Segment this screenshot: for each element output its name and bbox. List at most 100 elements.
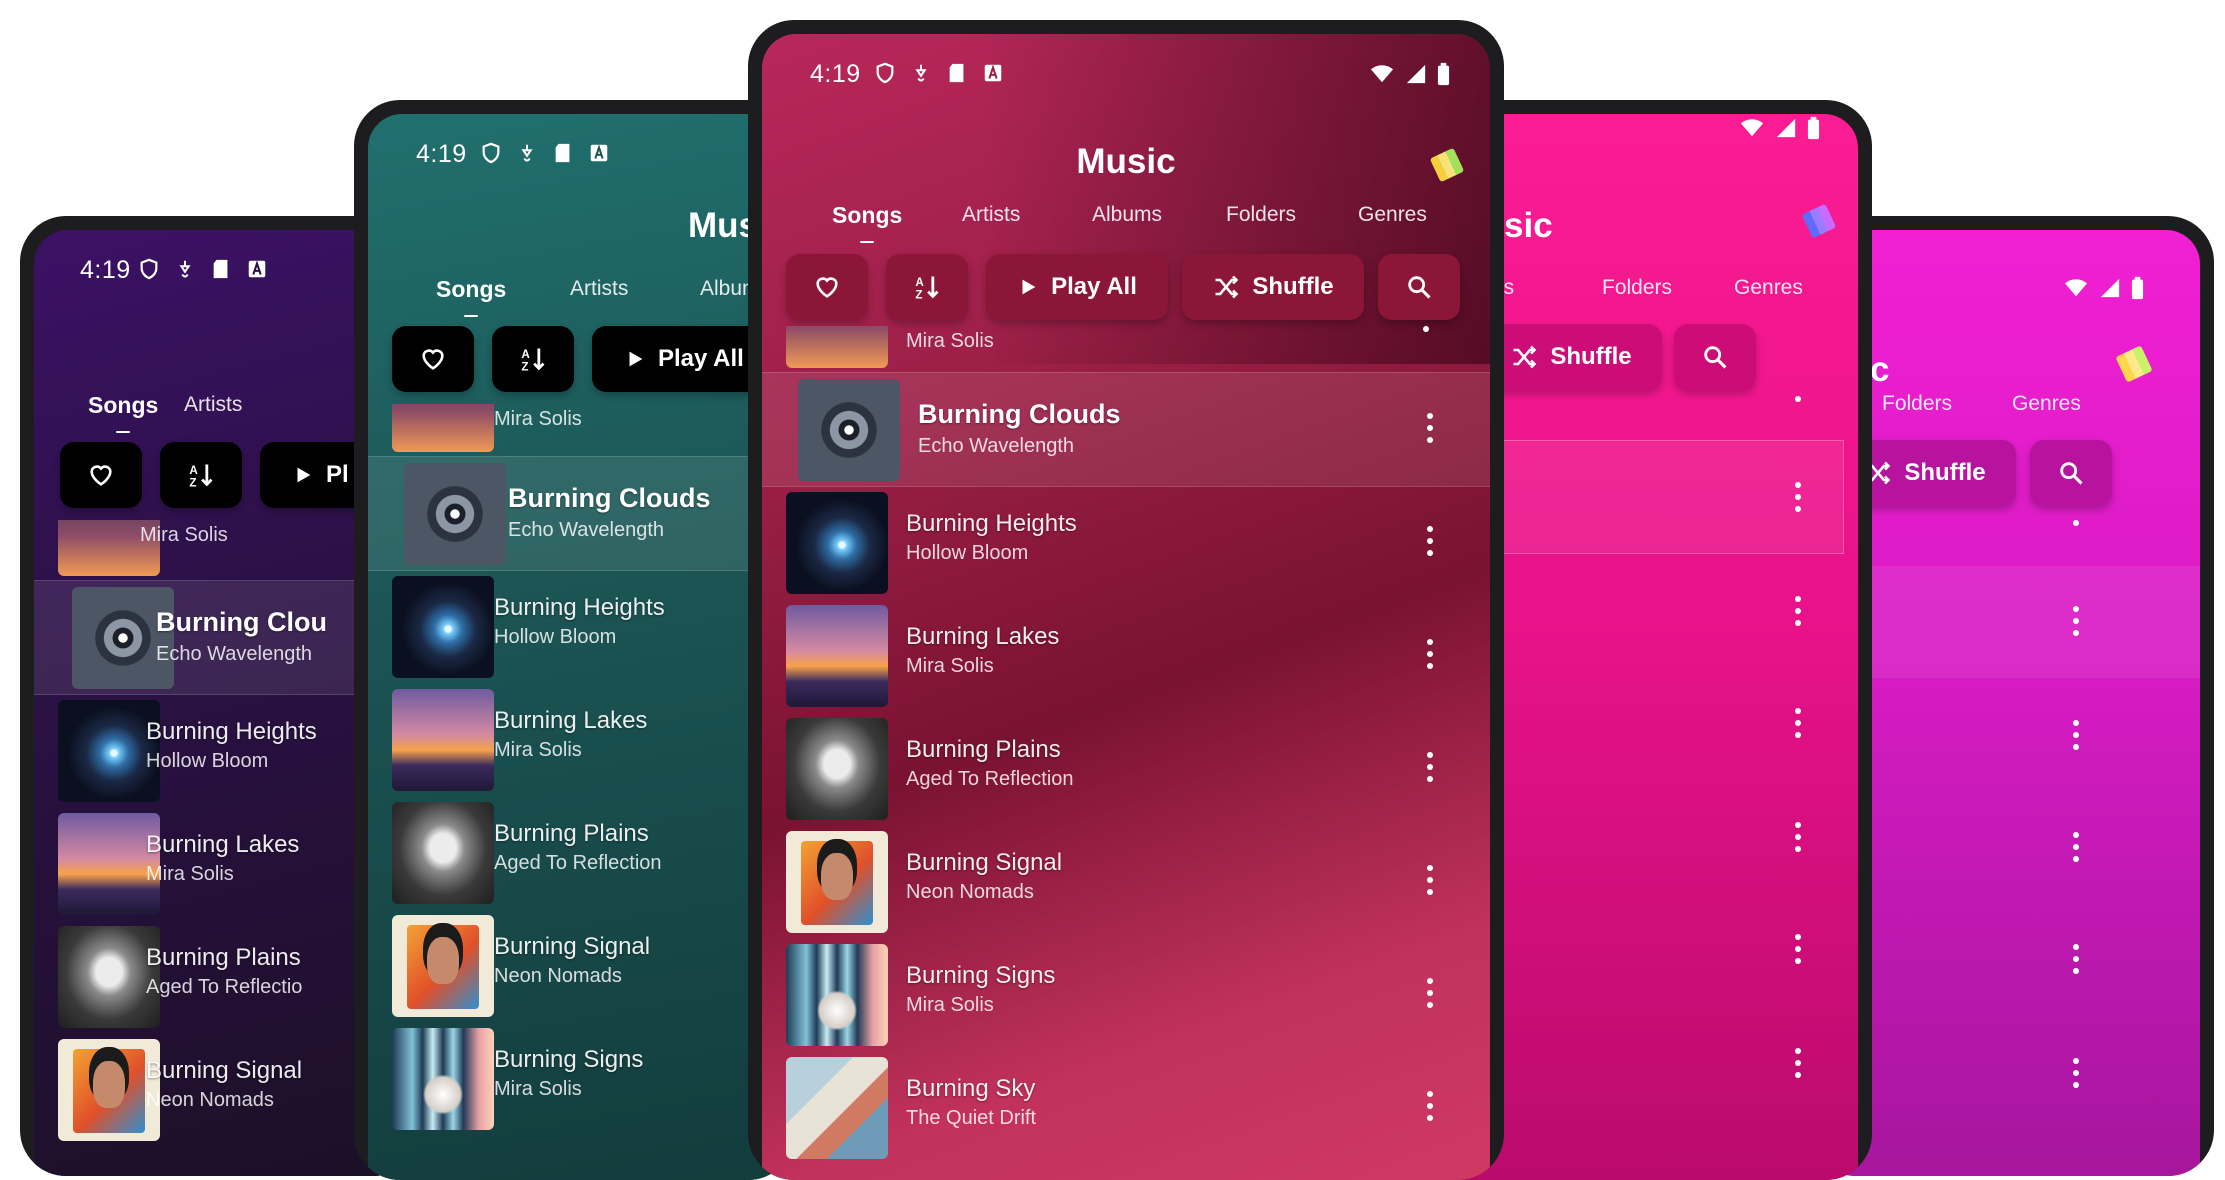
search-button[interactable] bbox=[1378, 254, 1460, 320]
album-art bbox=[786, 831, 888, 933]
status-icons-left bbox=[874, 62, 1004, 84]
sort-button[interactable]: AZ bbox=[160, 442, 242, 508]
sd-card-icon bbox=[949, 63, 964, 83]
tab-bar: Songs Artists Albums Folders Genres bbox=[762, 202, 1490, 243]
more-icon[interactable] bbox=[1794, 596, 1802, 626]
list-item[interactable]: Burning Signal Neon Nomads bbox=[368, 909, 794, 1022]
list-item[interactable]: Mira Solis bbox=[368, 404, 794, 457]
svg-text:A: A bbox=[189, 464, 198, 477]
tab-songs[interactable]: Songs bbox=[832, 202, 902, 243]
list-item[interactable]: Burning Lakes Mira Solis bbox=[368, 683, 794, 796]
list-item-current[interactable]: Burning Clouds Echo Wavelength bbox=[368, 456, 794, 571]
tab-artists[interactable]: Artists bbox=[184, 393, 242, 417]
tab-songs[interactable]: Songs bbox=[88, 392, 158, 433]
list-item[interactable]: Burning Signs Mira Solis bbox=[762, 938, 1490, 1051]
tab-genres[interactable]: Genres bbox=[1734, 276, 1803, 300]
shuffle-button[interactable]: Shuffle bbox=[1182, 254, 1364, 320]
play-all-label: Play All bbox=[1051, 273, 1137, 300]
favorites-button[interactable] bbox=[60, 442, 142, 508]
album-art bbox=[786, 944, 888, 1046]
more-icon[interactable] bbox=[2072, 606, 2080, 636]
list-item[interactable]: Burning Lakes Mira Solis bbox=[762, 599, 1490, 712]
song-artist: Mira Solis bbox=[494, 1078, 582, 1100]
tab-artists[interactable]: Artists bbox=[570, 277, 628, 301]
album-art bbox=[58, 1039, 160, 1141]
song-artist: Mira Solis bbox=[906, 330, 994, 352]
sd-card-icon bbox=[213, 259, 228, 279]
shuffle-icon bbox=[1215, 275, 1239, 299]
shuffle-button[interactable]: Shuffle bbox=[1480, 324, 1662, 390]
sd-card-icon bbox=[555, 143, 570, 163]
more-icon[interactable] bbox=[1422, 326, 1430, 336]
favorites-button[interactable] bbox=[392, 326, 474, 392]
list-item[interactable]: Mira Solis bbox=[762, 326, 1490, 373]
tab-folders[interactable]: Folders bbox=[1882, 392, 1952, 416]
status-icons-left bbox=[138, 258, 268, 280]
list-item-current[interactable]: Burning Clouds Echo Wavelength bbox=[762, 372, 1490, 487]
search-icon bbox=[1704, 346, 1727, 369]
tab-folders[interactable]: Folders bbox=[1602, 276, 1672, 300]
status-icons-right bbox=[1369, 62, 1450, 86]
app-title-partial: c bbox=[1870, 350, 1890, 389]
sort-button[interactable]: AZ bbox=[492, 326, 574, 392]
list-item[interactable]: Burning Signs Mira Solis bbox=[368, 1022, 794, 1135]
more-icon[interactable] bbox=[1426, 978, 1434, 1008]
song-title: Burning Clou bbox=[156, 607, 327, 637]
search-button[interactable] bbox=[2030, 440, 2112, 506]
status-icons bbox=[2063, 276, 2144, 300]
search-button[interactable] bbox=[1674, 324, 1756, 390]
tab-genres[interactable]: Genres bbox=[2012, 392, 2081, 416]
favorites-button[interactable] bbox=[786, 254, 868, 320]
play-all-button[interactable]: Play All bbox=[986, 254, 1168, 320]
list-item[interactable]: Burning Sky The Quiet Drift bbox=[762, 1051, 1490, 1164]
list-item[interactable]: Burning Plains Aged To Reflection bbox=[762, 712, 1490, 825]
song-title: Burning Lakes bbox=[494, 707, 648, 734]
shuffle-label: Shuffle bbox=[1252, 273, 1334, 300]
album-art bbox=[392, 404, 494, 452]
tab-songs[interactable]: Songs bbox=[436, 276, 506, 317]
more-icon[interactable] bbox=[2072, 832, 2080, 862]
list-item[interactable]: Burning Signal Neon Nomads bbox=[762, 825, 1490, 938]
more-icon[interactable] bbox=[1794, 708, 1802, 738]
tab-genres[interactable]: Genres bbox=[1358, 203, 1427, 227]
more-icon[interactable] bbox=[2072, 1058, 2080, 1088]
song-artist: The Quiet Drift bbox=[906, 1107, 1037, 1129]
sort-button[interactable]: AZ bbox=[886, 254, 968, 320]
more-icon[interactable] bbox=[1794, 482, 1802, 512]
more-icon[interactable] bbox=[1426, 639, 1434, 669]
list-item[interactable]: Burning Heights Hollow Bloom bbox=[762, 486, 1490, 599]
song-title: Burning Plains bbox=[494, 820, 649, 847]
song-artist: Neon Nomads bbox=[494, 965, 622, 987]
more-icon[interactable] bbox=[2072, 944, 2080, 974]
album-art bbox=[58, 813, 160, 915]
more-icon[interactable] bbox=[1426, 526, 1434, 556]
more-icon[interactable] bbox=[2072, 520, 2080, 530]
more-icon[interactable] bbox=[2072, 720, 2080, 750]
tab-albums[interactable]: Albums bbox=[1092, 203, 1162, 227]
song-title: Burning Signal bbox=[494, 933, 651, 960]
more-icon[interactable] bbox=[1794, 822, 1802, 852]
more-icon[interactable] bbox=[1794, 934, 1802, 964]
more-icon[interactable] bbox=[1426, 1091, 1434, 1121]
app-icon bbox=[2115, 345, 2153, 383]
shuffle-label: Shuffle bbox=[1904, 459, 1986, 486]
list-item[interactable]: Burning Heights Hollow Bloom bbox=[368, 570, 794, 683]
more-icon[interactable] bbox=[1794, 1048, 1802, 1078]
album-art bbox=[786, 605, 888, 707]
app-title: Music bbox=[1076, 142, 1176, 181]
keyboard-a-icon bbox=[248, 260, 266, 278]
more-icon[interactable] bbox=[1426, 865, 1434, 895]
more-icon[interactable] bbox=[1426, 413, 1434, 443]
song-title: Burning Signal bbox=[906, 849, 1063, 876]
tab-artists[interactable]: Artists bbox=[962, 203, 1020, 227]
more-icon[interactable] bbox=[1794, 396, 1802, 406]
list-item[interactable]: Burning Plains Aged To Reflection bbox=[368, 796, 794, 909]
more-icon[interactable] bbox=[1426, 752, 1434, 782]
tab-folders[interactable]: Folders bbox=[1226, 203, 1296, 227]
album-art bbox=[392, 1028, 494, 1130]
song-artist: Mira Solis bbox=[494, 408, 582, 430]
phone-teal: 4:19 Mus Songs Artists Album AZ Play All… bbox=[354, 100, 794, 1180]
shield-icon bbox=[482, 142, 500, 164]
app-title-partial: sic bbox=[1504, 206, 1553, 245]
status-time: 4:19 bbox=[810, 60, 861, 88]
